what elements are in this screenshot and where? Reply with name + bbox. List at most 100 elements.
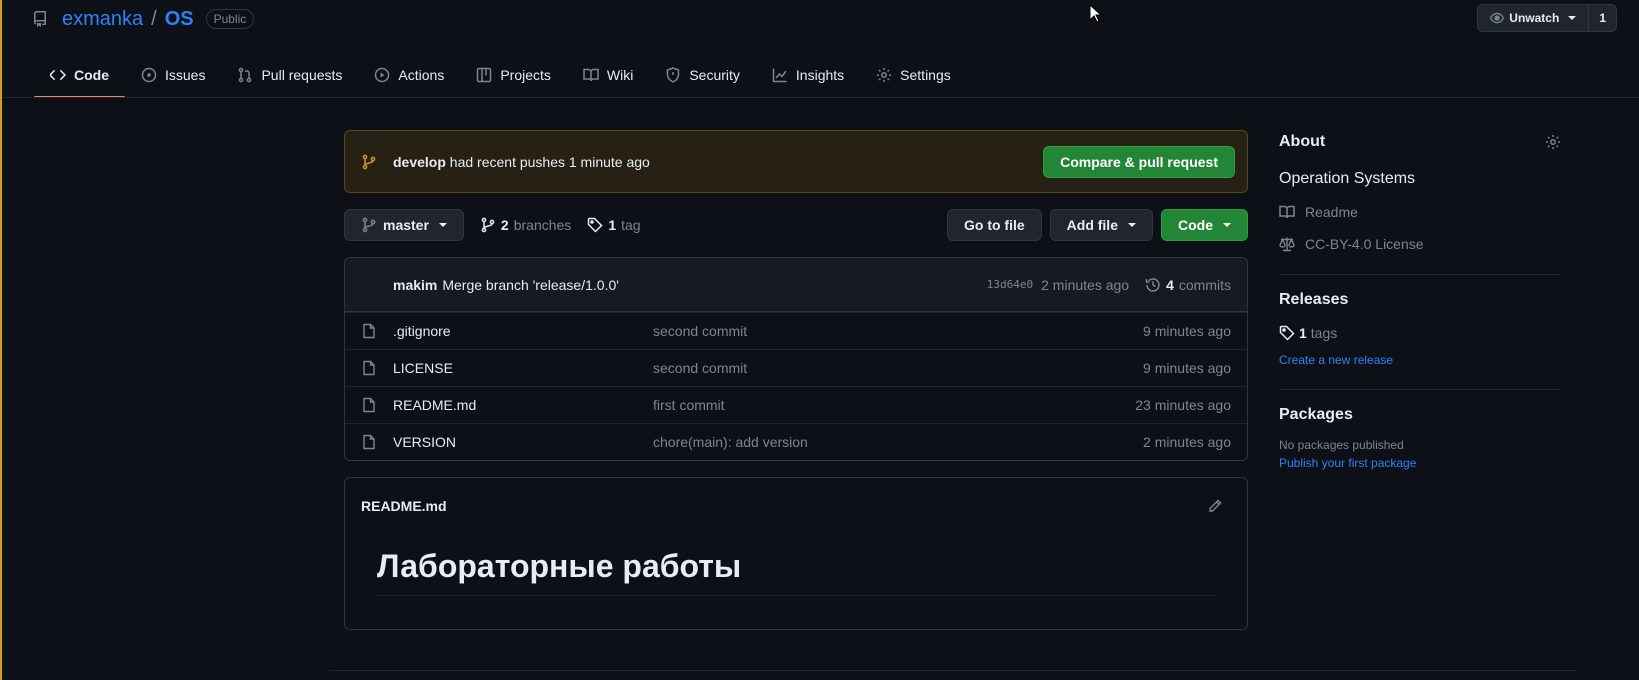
tab-security[interactable]: Security bbox=[649, 52, 756, 98]
issue-icon bbox=[141, 67, 157, 83]
tab-label: Security bbox=[689, 67, 740, 83]
git-branch-icon bbox=[361, 217, 377, 233]
file-name-link[interactable]: README.md bbox=[393, 397, 653, 413]
file-icon bbox=[361, 397, 377, 413]
file-icon bbox=[361, 360, 377, 376]
gear-icon[interactable] bbox=[1545, 134, 1561, 150]
pencil-icon[interactable] bbox=[1207, 498, 1223, 514]
current-branch-label: master bbox=[383, 217, 429, 233]
book-icon bbox=[583, 67, 599, 83]
sidebar-divider bbox=[1279, 389, 1561, 390]
repo-name-link[interactable]: OS bbox=[165, 8, 194, 31]
tab-label: Projects bbox=[500, 67, 551, 83]
repo-header: exmanka / OS Public bbox=[32, 4, 255, 34]
file-row[interactable]: VERSION chore(main): add version 2 minut… bbox=[345, 423, 1247, 460]
commits-history-link[interactable]: 4 commits bbox=[1145, 277, 1231, 293]
tab-code[interactable]: Code bbox=[34, 52, 125, 98]
main-content: develop had recent pushes 1 minute ago C… bbox=[344, 130, 1248, 630]
license-link-label: CC-BY-4.0 License bbox=[1305, 236, 1424, 252]
git-branch-icon bbox=[480, 217, 496, 233]
readme-link[interactable]: Readme bbox=[1279, 204, 1561, 220]
go-to-file-button[interactable]: Go to file bbox=[946, 209, 1042, 241]
book-icon bbox=[1279, 204, 1295, 220]
sidebar-divider bbox=[1279, 274, 1561, 275]
file-commit-time: 23 minutes ago bbox=[1135, 397, 1231, 413]
file-commit-message[interactable]: second commit bbox=[653, 360, 1143, 376]
file-commit-time: 9 minutes ago bbox=[1143, 360, 1231, 376]
repo-sidebar: About Operation Systems Readme CC-BY-4.0… bbox=[1279, 130, 1561, 470]
readme-heading: Лабораторные работы bbox=[377, 548, 1215, 596]
file-row[interactable]: LICENSE second commit 9 minutes ago bbox=[345, 349, 1247, 386]
add-file-button[interactable]: Add file bbox=[1049, 209, 1153, 241]
commit-author-link[interactable]: makim bbox=[393, 277, 437, 293]
tab-actions[interactable]: Actions bbox=[358, 52, 460, 98]
commit-sha-link[interactable]: 13d64e0 bbox=[987, 278, 1033, 291]
pushed-branch-name: develop bbox=[393, 153, 446, 170]
release-tags-link[interactable]: 1 tags bbox=[1279, 325, 1561, 341]
tab-issues[interactable]: Issues bbox=[125, 52, 221, 98]
tags-link[interactable]: 1 tag bbox=[587, 217, 641, 233]
no-packages-text: No packages published bbox=[1279, 438, 1404, 452]
tabs-divider bbox=[2, 97, 1639, 98]
releases-title[interactable]: Releases bbox=[1279, 291, 1561, 309]
latest-commit-bar: makim Merge branch 'release/1.0.0' 13d64… bbox=[345, 258, 1247, 312]
code-button[interactable]: Code bbox=[1161, 209, 1248, 241]
file-commit-message[interactable]: first commit bbox=[653, 397, 1135, 413]
visibility-badge: Public bbox=[205, 9, 255, 29]
watchers-count[interactable]: 1 bbox=[1588, 5, 1616, 31]
tag-icon bbox=[587, 217, 603, 233]
tab-label: Settings bbox=[900, 67, 951, 83]
gear-icon bbox=[876, 67, 892, 83]
branches-link[interactable]: 2 branches bbox=[480, 217, 571, 233]
tab-label: Insights bbox=[795, 67, 845, 83]
readme-title-link[interactable]: README.md bbox=[361, 498, 447, 514]
shield-icon bbox=[665, 67, 681, 83]
tab-pull-requests[interactable]: Pull requests bbox=[221, 52, 358, 98]
file-row[interactable]: README.md first commit 23 minutes ago bbox=[345, 386, 1247, 423]
tab-wiki[interactable]: Wiki bbox=[567, 52, 649, 98]
repo-tabs: Code Issues Pull requests Actions Projec… bbox=[34, 52, 967, 98]
commits-label: commits bbox=[1178, 276, 1231, 293]
file-row[interactable]: .gitignore second commit 9 minutes ago bbox=[345, 312, 1247, 349]
tab-label: Code bbox=[74, 67, 109, 83]
commit-time: 2 minutes ago bbox=[1041, 276, 1130, 293]
chevron-down-icon bbox=[1223, 223, 1231, 227]
tab-insights[interactable]: Insights bbox=[756, 52, 860, 98]
play-icon bbox=[374, 67, 390, 83]
file-commit-time: 2 minutes ago bbox=[1143, 434, 1231, 450]
recent-push-banner: develop had recent pushes 1 minute ago C… bbox=[344, 130, 1248, 193]
packages-title[interactable]: Packages bbox=[1279, 406, 1561, 424]
readme-link-label: Readme bbox=[1305, 204, 1358, 220]
file-name-link[interactable]: LICENSE bbox=[393, 360, 653, 376]
law-icon bbox=[1279, 236, 1295, 252]
compare-pull-request-button[interactable]: Compare & pull request bbox=[1043, 145, 1235, 178]
unwatch-button[interactable]: Unwatch 1 bbox=[1477, 4, 1617, 32]
repo-owner-link[interactable]: exmanka bbox=[62, 8, 143, 31]
file-commit-message[interactable]: second commit bbox=[653, 323, 1143, 339]
file-commit-message[interactable]: chore(main): add version bbox=[653, 434, 1143, 450]
tab-label: Wiki bbox=[606, 67, 634, 83]
pull-request-icon bbox=[237, 67, 253, 83]
license-link[interactable]: CC-BY-4.0 License bbox=[1279, 236, 1561, 252]
file-list: makim Merge branch 'release/1.0.0' 13d64… bbox=[344, 257, 1248, 461]
release-tags-label: tags bbox=[1310, 325, 1338, 341]
create-release-link[interactable]: Create a new release bbox=[1279, 353, 1561, 367]
tags-label: tag bbox=[621, 217, 641, 233]
release-tags-count: 1 bbox=[1299, 325, 1307, 341]
add-file-label: Add file bbox=[1066, 217, 1118, 233]
tab-projects[interactable]: Projects bbox=[460, 52, 567, 98]
publish-package-link[interactable]: Publish your first package bbox=[1279, 456, 1561, 470]
file-name-link[interactable]: .gitignore bbox=[393, 323, 653, 339]
commit-message-link[interactable]: Merge branch 'release/1.0.0' bbox=[442, 277, 986, 293]
table-icon bbox=[476, 67, 492, 83]
chevron-down-icon bbox=[438, 223, 447, 227]
tab-settings[interactable]: Settings bbox=[860, 52, 967, 98]
branches-count: 2 bbox=[500, 217, 509, 233]
file-name-link[interactable]: VERSION bbox=[393, 434, 653, 450]
unwatch-dropdown[interactable]: Unwatch bbox=[1478, 5, 1588, 31]
branch-select-button[interactable]: master bbox=[344, 209, 464, 241]
repo-icon bbox=[32, 11, 48, 27]
tab-label: Issues bbox=[165, 67, 206, 83]
recent-push-text: develop had recent pushes 1 minute ago bbox=[393, 154, 1043, 170]
branches-label: branches bbox=[513, 217, 572, 233]
